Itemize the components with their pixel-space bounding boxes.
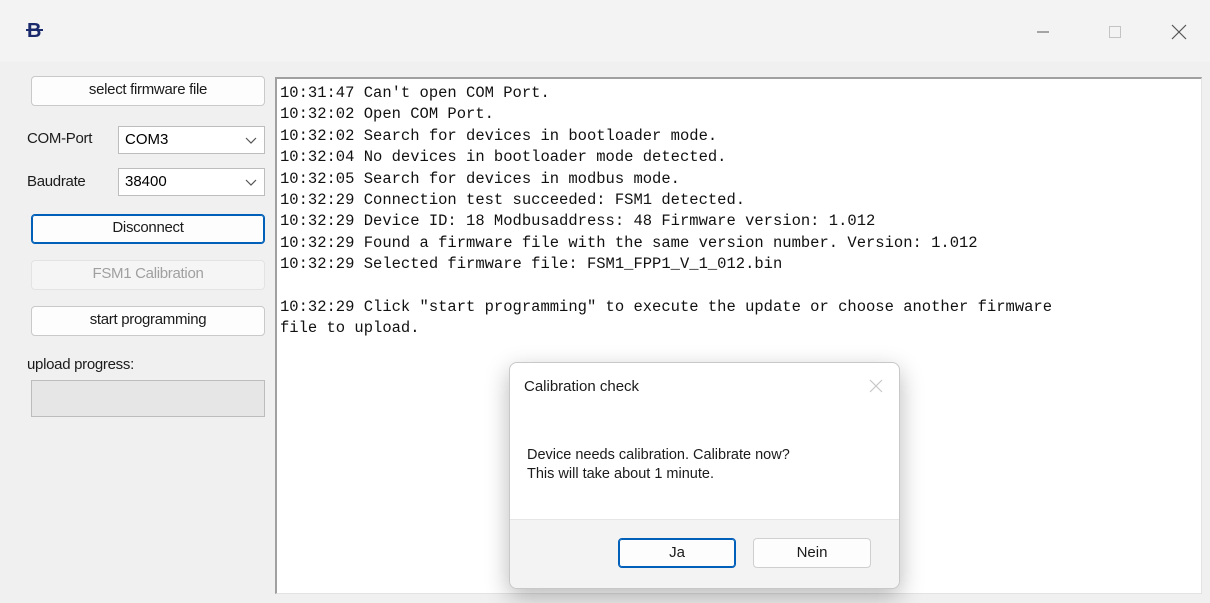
yes-button[interactable]: Ja bbox=[618, 538, 736, 568]
start-programming-button[interactable]: start programming bbox=[31, 306, 265, 336]
disconnect-button[interactable]: Disconnect bbox=[31, 214, 265, 244]
close-button[interactable] bbox=[1156, 14, 1202, 50]
log-line: 10:32:05 Search for devices in modbus mo… bbox=[280, 169, 680, 188]
close-icon bbox=[1171, 24, 1187, 40]
baudrate-label: Baudrate bbox=[27, 173, 86, 190]
log-line: file to upload. bbox=[280, 319, 420, 338]
com-port-label: COM-Port bbox=[27, 130, 93, 147]
app-logo-icon: B bbox=[26, 20, 43, 42]
log-line: 10:32:29 Found a firmware file with the … bbox=[280, 233, 978, 252]
log-line: 10:32:29 Selected firmware file: FSM1_FP… bbox=[280, 255, 783, 274]
upload-progress-label: upload progress: bbox=[27, 356, 134, 373]
dialog-title: Calibration check bbox=[524, 378, 640, 395]
log-line: 10:32:02 Search for devices in bootloade… bbox=[280, 126, 718, 145]
title-bar[interactable]: B bbox=[0, 0, 1210, 62]
dialog-message-line1: Device needs calibration. Calibrate now? bbox=[527, 447, 790, 463]
log-line: 10:32:04 No devices in bootloader mode d… bbox=[280, 148, 727, 167]
main-window: B select firmware file COM-Port COM3 Bau… bbox=[0, 0, 1210, 603]
log-line: 10:32:29 Click "start programming" to ex… bbox=[280, 297, 1053, 316]
minimize-icon bbox=[1037, 31, 1049, 33]
dialog-close-icon[interactable] bbox=[867, 377, 885, 395]
chevron-down-icon bbox=[245, 137, 257, 144]
chevron-down-icon bbox=[245, 179, 257, 186]
select-firmware-button[interactable]: select firmware file bbox=[31, 76, 265, 106]
minimize-button[interactable] bbox=[1020, 14, 1066, 50]
maximize-icon bbox=[1109, 26, 1121, 38]
no-button[interactable]: Nein bbox=[753, 538, 871, 568]
baudrate-value: 38400 bbox=[125, 173, 167, 190]
fsm1-calibration-button[interactable]: FSM1 Calibration bbox=[31, 260, 265, 290]
com-port-value: COM3 bbox=[125, 131, 169, 148]
calibration-dialog: Calibration check Device needs calibrati… bbox=[509, 362, 900, 589]
baudrate-select[interactable]: 38400 bbox=[118, 168, 265, 196]
log-line: 10:32:29 Device ID: 18 Modbusaddress: 48… bbox=[280, 212, 876, 231]
com-port-select[interactable]: COM3 bbox=[118, 126, 265, 154]
dialog-footer: Ja Nein bbox=[510, 519, 899, 588]
log-line: 10:32:29 Connection test succeeded: FSM1… bbox=[280, 190, 746, 209]
upload-progress-bar bbox=[31, 380, 265, 417]
dialog-message-line2: This will take about 1 minute. bbox=[527, 466, 714, 482]
log-line: 10:31:47 Can't open COM Port. bbox=[280, 84, 550, 102]
dialog-message: Device needs calibration. Calibrate now?… bbox=[527, 446, 790, 484]
log-line: 10:32:02 Open COM Port. bbox=[280, 105, 494, 124]
maximize-button[interactable] bbox=[1092, 14, 1138, 50]
